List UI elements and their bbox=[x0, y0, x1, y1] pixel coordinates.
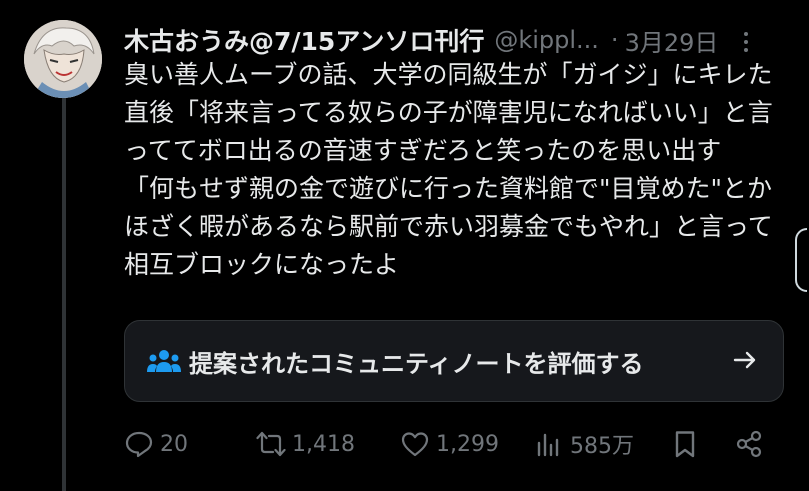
repost-icon bbox=[256, 431, 286, 457]
people-icon bbox=[147, 350, 181, 372]
display-name[interactable]: 木古おうみ@7/15アンソロ刊行 bbox=[124, 22, 484, 58]
post-header: 木古おうみ@7/15アンソロ刊行 @kippl... · 3月29日 bbox=[124, 20, 784, 60]
like-count: 1,299 bbox=[436, 431, 499, 457]
heart-icon bbox=[401, 432, 429, 457]
share-button[interactable] bbox=[734, 424, 770, 464]
share-icon bbox=[736, 430, 762, 458]
bookmark-icon bbox=[675, 431, 695, 458]
reply-button[interactable]: 20 bbox=[124, 424, 188, 464]
like-button[interactable]: 1,299 bbox=[400, 424, 499, 464]
arrow-right-icon bbox=[733, 351, 756, 369]
separator-dot: · bbox=[610, 26, 619, 54]
thread-line bbox=[62, 96, 66, 491]
community-note-label: 提案されたコミュニティノートを評価する bbox=[189, 349, 644, 378]
timestamp[interactable]: 3月29日 bbox=[625, 23, 719, 58]
views-icon bbox=[537, 433, 559, 457]
avatar[interactable] bbox=[24, 20, 102, 98]
reply-count: 20 bbox=[160, 431, 188, 457]
repost-button[interactable]: 1,418 bbox=[256, 424, 355, 464]
bookmark-button[interactable] bbox=[670, 424, 706, 464]
post: 木古おうみ@7/15アンソロ刊行 @kippl... · 3月29日 臭い善人ム… bbox=[0, 0, 809, 491]
repost-count: 1,418 bbox=[292, 431, 355, 457]
reply-icon bbox=[125, 431, 153, 458]
user-handle[interactable]: @kippl... bbox=[494, 26, 599, 54]
action-bar: 20 1,418 1,299 585万 bbox=[124, 424, 784, 464]
views-count: 585万 bbox=[570, 434, 634, 459]
post-paragraph: 臭い善人ムーブの話、大学の同級生が「ガイジ」にキレた直後「将来言ってる奴らの子が… bbox=[124, 60, 773, 165]
more-options-icon[interactable] bbox=[736, 28, 756, 56]
avatar-image bbox=[24, 20, 102, 98]
community-note-button[interactable]: 提案されたコミュニティノートを評価する bbox=[124, 320, 784, 402]
post-paragraph: 「何もせず親の金で遊びに行った資料館で"目覚めた"とかほざく暇があるなら駅前で赤… bbox=[124, 174, 773, 279]
post-body: 臭い善人ムーブの話、大学の同級生が「ガイジ」にキレた直後「将来言ってる奴らの子が… bbox=[124, 56, 790, 284]
scroll-indicator bbox=[795, 228, 807, 292]
views-button[interactable]: 585万 bbox=[534, 424, 634, 464]
